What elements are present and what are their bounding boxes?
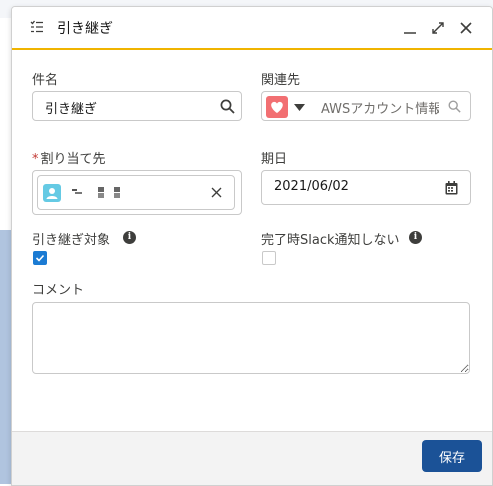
info-icon[interactable]: i	[123, 231, 136, 244]
expand-button[interactable]	[429, 19, 447, 37]
assignee-pill[interactable]	[37, 175, 235, 210]
dialog-header: 引き継ぎ	[12, 7, 492, 50]
task-dialog: 引き継ぎ 件名 引き継ぎ 関連先 AWSアカウント情報 * 割り当て先 期日 2…	[11, 6, 493, 486]
close-icon	[460, 22, 472, 34]
info-icon[interactable]: i	[409, 231, 422, 244]
redacted-name	[72, 187, 120, 198]
comment-label: コメント	[32, 283, 85, 298]
required-mark: *	[32, 152, 39, 167]
chevron-down-icon	[294, 104, 305, 111]
related-object-picker[interactable]	[266, 96, 312, 118]
expand-icon	[432, 22, 444, 34]
no-slack-label: 完了時Slack通知しない	[261, 233, 400, 248]
calendar-icon	[445, 181, 458, 195]
search-icon	[448, 100, 461, 113]
related-value: AWSアカウント情報	[321, 102, 439, 117]
dialog-title: 引き継ぎ	[57, 21, 113, 37]
handover-target-label: 引き継ぎ対象	[32, 233, 111, 248]
search-icon	[220, 99, 235, 114]
heart-icon	[266, 96, 288, 118]
assignee-label-text: 割り当て先	[40, 152, 106, 167]
due-date-input[interactable]: 2021/06/02	[261, 170, 471, 205]
close-button[interactable]	[457, 19, 475, 37]
minimize-icon	[404, 32, 416, 34]
minimize-button[interactable]	[401, 19, 419, 37]
checkmark-icon	[35, 254, 45, 262]
subject-input[interactable]: 引き継ぎ	[32, 91, 242, 121]
user-avatar-icon	[43, 184, 61, 202]
remove-assignee-button[interactable]	[211, 187, 222, 198]
assignee-lookup	[32, 170, 242, 215]
no-slack-checkbox[interactable]	[262, 251, 276, 265]
related-lookup[interactable]: AWSアカウント情報	[261, 91, 471, 121]
task-list-icon	[30, 20, 43, 33]
due-date-label: 期日	[261, 152, 288, 167]
assignee-label: * 割り当て先	[32, 148, 106, 167]
close-icon	[211, 187, 222, 198]
comment-textarea[interactable]	[32, 302, 470, 374]
handover-target-checkbox[interactable]	[33, 251, 47, 265]
subject-value: 引き継ぎ	[45, 102, 98, 117]
dialog-footer: 保存	[12, 431, 492, 485]
related-label: 関連先	[261, 73, 301, 88]
subject-label: 件名	[32, 73, 59, 88]
due-date-value: 2021/06/02	[274, 179, 349, 194]
save-button[interactable]: 保存	[422, 440, 482, 472]
